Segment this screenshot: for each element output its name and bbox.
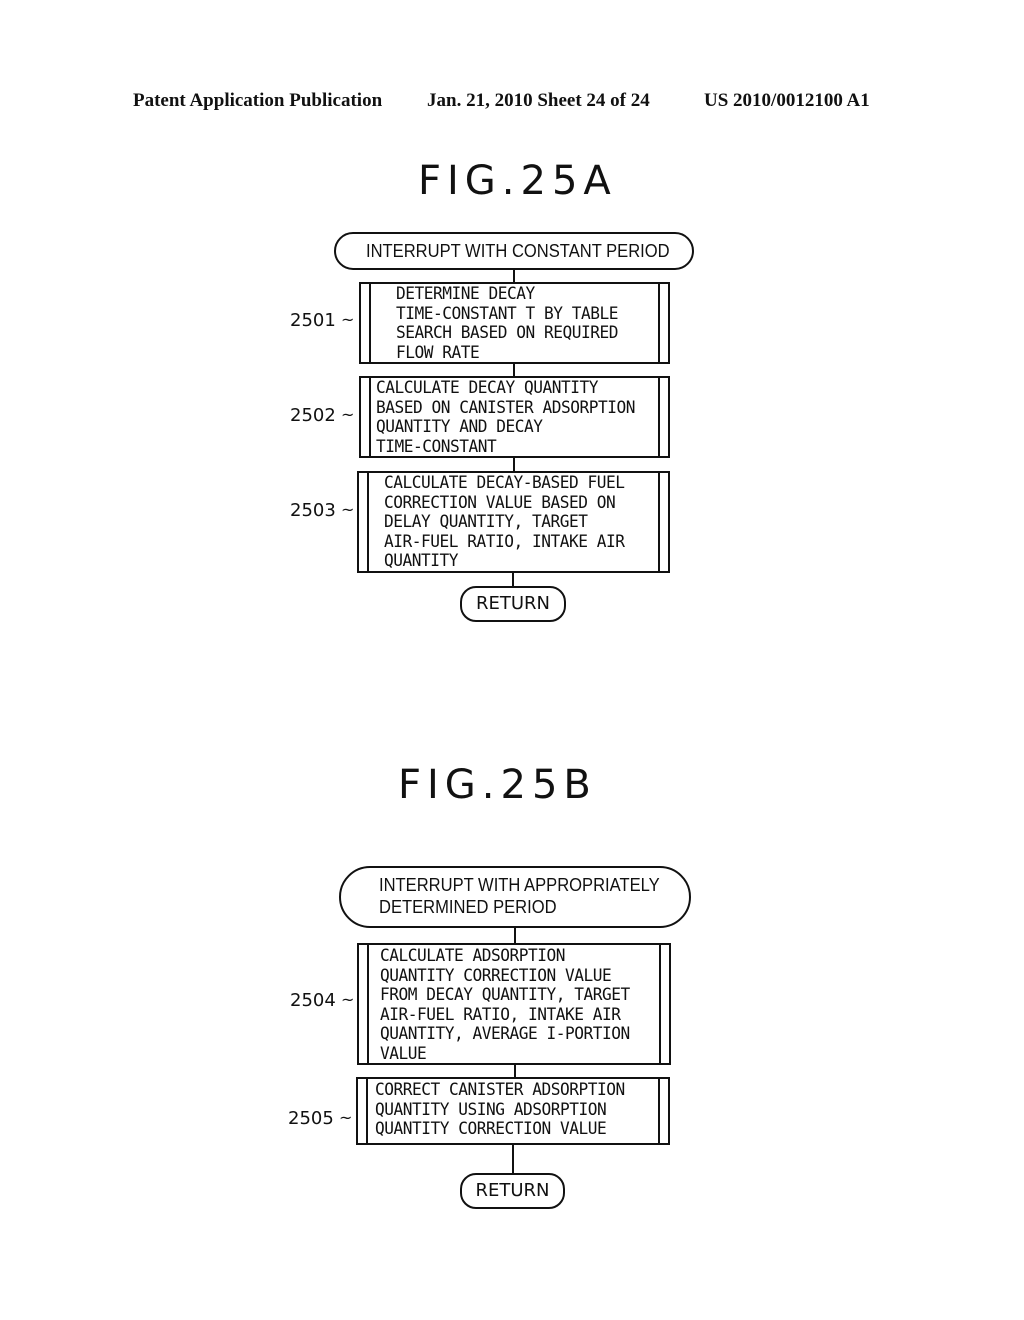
leader-line: ~	[341, 990, 355, 1009]
patent-number: US 2010/0012100 A1	[704, 90, 870, 111]
step-ref-2505: 2505	[288, 1108, 334, 1129]
connector-line	[513, 364, 515, 376]
process-box-2504: CALCULATE ADSORPTION QUANTITY CORRECTION…	[357, 943, 671, 1065]
fig-25a-start-label: INTERRUPT WITH CONSTANT PERIOD	[366, 241, 670, 261]
leader-line: ~	[341, 500, 355, 519]
process-box-2501: DETERMINE DECAY TIME-CONSTANT T BY TABLE…	[359, 282, 670, 364]
fig-25b-start-label: INTERRUPT WITH APPROPRIATELY DETERMINED …	[379, 875, 660, 917]
process-text-2505: CORRECT CANISTER ADSORPTION QUANTITY USI…	[375, 1080, 625, 1139]
step-ref-2501: 2501	[290, 310, 336, 331]
leader-line: ~	[341, 310, 355, 329]
process-text-2502: CALCULATE DECAY QUANTITY BASED ON CANIST…	[376, 378, 635, 457]
connector-line	[514, 1065, 516, 1077]
fig-25a-title: FIG.25A	[418, 158, 617, 204]
step-ref-2503: 2503	[290, 500, 336, 521]
process-text-2501: DETERMINE DECAY TIME-CONSTANT T BY TABLE…	[396, 284, 618, 363]
process-text-2503: CALCULATE DECAY-BASED FUEL CORRECTION VA…	[384, 473, 625, 571]
fig-25a-start-terminal: INTERRUPT WITH CONSTANT PERIOD	[334, 232, 694, 270]
fig-25a-return-terminal: RETURN	[460, 586, 566, 622]
connector-line	[512, 1145, 514, 1174]
process-box-2503: CALCULATE DECAY-BASED FUEL CORRECTION VA…	[357, 471, 670, 573]
process-box-2502: CALCULATE DECAY QUANTITY BASED ON CANIST…	[359, 376, 670, 458]
connector-line	[512, 573, 514, 587]
leader-line: ~	[339, 1108, 353, 1127]
process-box-2505: CORRECT CANISTER ADSORPTION QUANTITY USI…	[356, 1077, 670, 1145]
connector-line	[514, 928, 516, 943]
connector-line	[513, 458, 515, 471]
publication-label: Patent Application Publication	[133, 90, 383, 111]
date-sheet-label: Jan. 21, 2010 Sheet 24 of 24	[427, 90, 650, 111]
process-text-2504: CALCULATE ADSORPTION QUANTITY CORRECTION…	[380, 946, 630, 1064]
fig-25b-title: FIG.25B	[398, 762, 597, 808]
step-ref-2504: 2504	[290, 990, 336, 1011]
step-ref-2502: 2502	[290, 405, 336, 426]
fig-25b-start-terminal: INTERRUPT WITH APPROPRIATELY DETERMINED …	[339, 866, 691, 928]
fig-25b-return-terminal: RETURN	[460, 1173, 565, 1209]
leader-line: ~	[341, 405, 355, 424]
